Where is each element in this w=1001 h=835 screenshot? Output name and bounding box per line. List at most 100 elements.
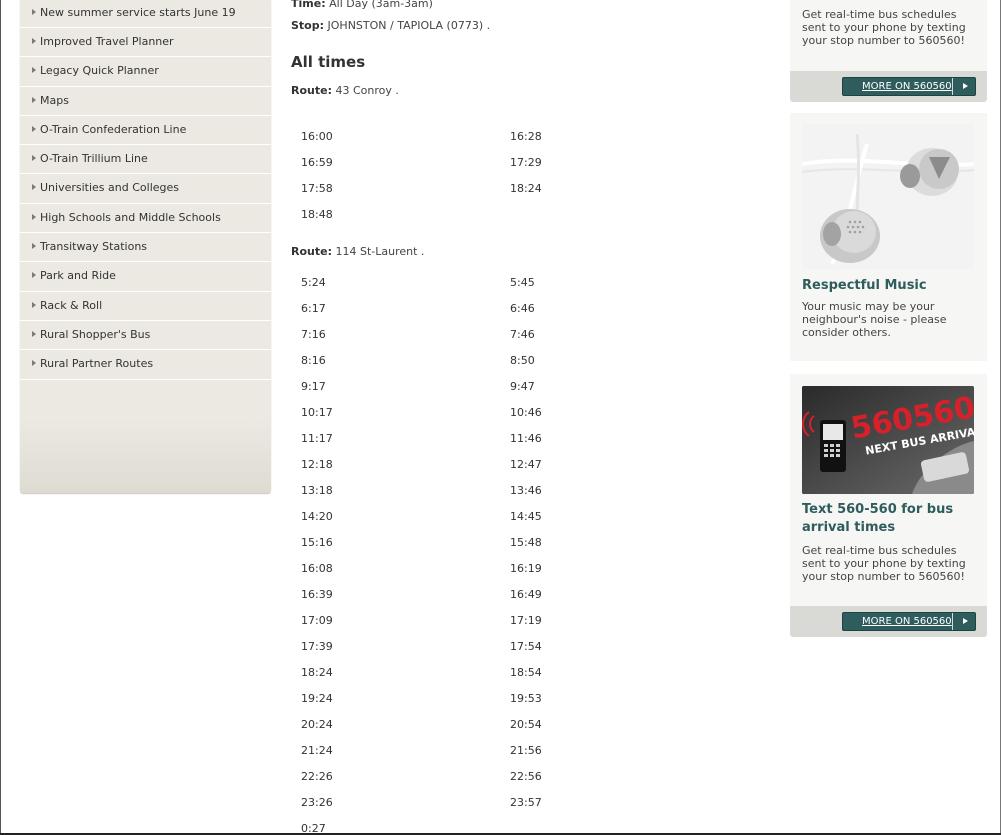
phone-ad-icon: 560560 NEXT BUS ARRIVALS: [802, 386, 974, 494]
more-on-560560-button[interactable]: MORE ON 560560: [842, 77, 976, 96]
button-divider-2: [952, 613, 953, 630]
departure-time: 13:18: [301, 484, 333, 497]
sidebar-item[interactable]: Park and Ride: [20, 262, 271, 292]
time-line: Time: All Day (3am-3am): [291, 0, 433, 10]
departure-time: 9:47: [510, 380, 535, 393]
sidebar-item[interactable]: Maps: [20, 86, 271, 116]
route-prefix: Route:: [291, 245, 332, 258]
text-560560-card: 560560 NEXT BUS ARRIVALS Text 560-560 fo…: [790, 374, 987, 606]
departure-time: 19:24: [301, 692, 333, 705]
departure-time: 21:56: [510, 744, 542, 757]
departure-time: 14:45: [510, 510, 542, 523]
sidebar-item[interactable]: O-Train Trillium Line: [20, 145, 271, 175]
arrow-right-icon: [32, 213, 36, 220]
route-prefix: Route:: [291, 84, 332, 97]
arrow-right-icon: [32, 360, 36, 367]
route-label: Route: 43 Conroy .: [291, 84, 399, 97]
departure-time: 9:17: [301, 380, 326, 393]
departure-time: 16:00: [301, 130, 333, 143]
route-label: Route: 114 St-Laurent .: [291, 245, 424, 258]
arrow-right-icon: [32, 96, 36, 103]
sidebar-item[interactable]: High Schools and Middle Schools: [20, 203, 271, 234]
departure-time: 18:48: [301, 208, 333, 221]
departure-time: 16:39: [301, 588, 333, 601]
departure-time: 12:18: [301, 458, 333, 471]
respectful-music-title[interactable]: Respectful Music: [802, 277, 980, 295]
text-560560-button-bar: MORE ON 560560: [790, 606, 987, 637]
departure-time: 13:46: [510, 484, 542, 497]
sidebar-item-label: Park and Ride: [40, 269, 116, 283]
play-arrow-icon: [963, 83, 968, 89]
departure-time: 23:57: [510, 796, 542, 809]
more-button-label-2: MORE ON 560560: [862, 616, 952, 627]
departure-time: 22:26: [301, 770, 333, 783]
departure-time: 22:56: [510, 770, 542, 783]
departure-time: 5:24: [301, 276, 326, 289]
arrow-right-icon: [32, 38, 36, 44]
departure-time: 17:09: [301, 614, 333, 627]
departure-time: 17:58: [301, 182, 333, 195]
sms-promo-text: Get real-time bus schedules sent to your…: [802, 8, 966, 47]
arrow-right-icon: [32, 67, 36, 74]
stop-line: Stop: JOHNSTON / TAPIOLA (0773) .: [291, 19, 490, 32]
sidebar-item[interactable]: New summer service starts June 19: [20, 0, 271, 28]
sidebar-item[interactable]: Universities and Colleges: [20, 174, 271, 204]
page-left-border: [0, 0, 1, 835]
departure-time: 11:17: [301, 432, 333, 445]
560560-ad-image: 560560 NEXT BUS ARRIVALS: [802, 386, 974, 494]
departure-time: 11:46: [510, 432, 542, 445]
departure-time: 18:54: [510, 666, 542, 679]
sidebar-item[interactable]: Rural Partner Routes: [20, 350, 271, 380]
sidebar-item[interactable]: Improved Travel Planner: [20, 28, 271, 58]
departure-time: 8:16: [301, 354, 326, 367]
arrow-right-icon: [32, 272, 36, 279]
sms-promo-card-top: Get real-time bus schedules sent to your…: [790, 0, 987, 71]
route-name: 43 Conroy .: [335, 84, 399, 97]
departure-time: 17:54: [510, 640, 542, 653]
departure-time: 20:54: [510, 718, 542, 731]
sidebar-item[interactable]: Legacy Quick Planner: [20, 57, 271, 87]
more-on-560560-button-2[interactable]: MORE ON 560560: [842, 612, 976, 631]
play-arrow-icon-2: [963, 618, 968, 624]
departure-time: 10:46: [510, 406, 542, 419]
departure-time: 21:24: [301, 744, 333, 757]
arrow-right-icon: [32, 301, 36, 308]
earbuds-icon: [802, 124, 974, 269]
sms-promo-button-bar: MORE ON 560560: [790, 71, 987, 102]
departure-time: 15:16: [301, 536, 333, 549]
time-label: Time:: [291, 0, 326, 10]
route-name: 114 St-Laurent .: [335, 245, 425, 258]
sidebar-item-label: O-Train Confederation Line: [40, 122, 187, 136]
departure-time: 16:59: [301, 156, 333, 169]
departure-time: 15:48: [510, 536, 542, 549]
departure-time: 18:24: [301, 666, 333, 679]
departure-time: 12:47: [510, 458, 542, 471]
departure-time: 5:45: [510, 276, 535, 289]
sidebar-nav: New summer service starts June 19 Improve…: [20, 0, 271, 493]
departure-time: 6:17: [301, 302, 326, 315]
sidebar-item[interactable]: Rural Shopper's Bus: [20, 320, 271, 351]
sidebar-item-label: Legacy Quick Planner: [40, 64, 159, 78]
sidebar-list: New summer service starts June 19 Improve…: [20, 0, 271, 380]
arrow-right-icon: [32, 9, 36, 15]
sidebar-item-label: Improved Travel Planner: [40, 35, 174, 48]
sidebar-item[interactable]: Transitway Stations: [20, 233, 271, 263]
more-button-label: MORE ON 560560: [862, 81, 952, 92]
sidebar-item[interactable]: O-Train Confederation Line: [20, 115, 271, 146]
departure-time: 23:26: [301, 796, 333, 809]
sidebar-item-label: O-Train Trillium Line: [40, 152, 148, 166]
departure-time: 7:16: [301, 328, 326, 341]
sidebar-item-label: High Schools and Middle Schools: [40, 210, 221, 224]
departure-time: 7:46: [510, 328, 535, 341]
departure-time: 16:19: [510, 562, 542, 575]
sidebar-item[interactable]: Rack & Roll: [20, 291, 271, 321]
sidebar-item-label: Rural Partner Routes: [40, 357, 154, 371]
departure-time: 19:53: [510, 692, 542, 705]
arrow-right-icon: [32, 330, 36, 337]
text-560560-title[interactable]: Text 560-560 for bus arrival times: [802, 501, 980, 537]
sidebar-item-label: Rack & Roll: [40, 298, 103, 312]
all-times-heading: All times: [291, 53, 366, 71]
sidebar-item-label: Transitway Stations: [40, 240, 148, 254]
text-560560-text: Get real-time bus schedules sent to your…: [802, 544, 966, 583]
stop-value: JOHNSTON / TAPIOLA (0773) .: [327, 19, 491, 32]
